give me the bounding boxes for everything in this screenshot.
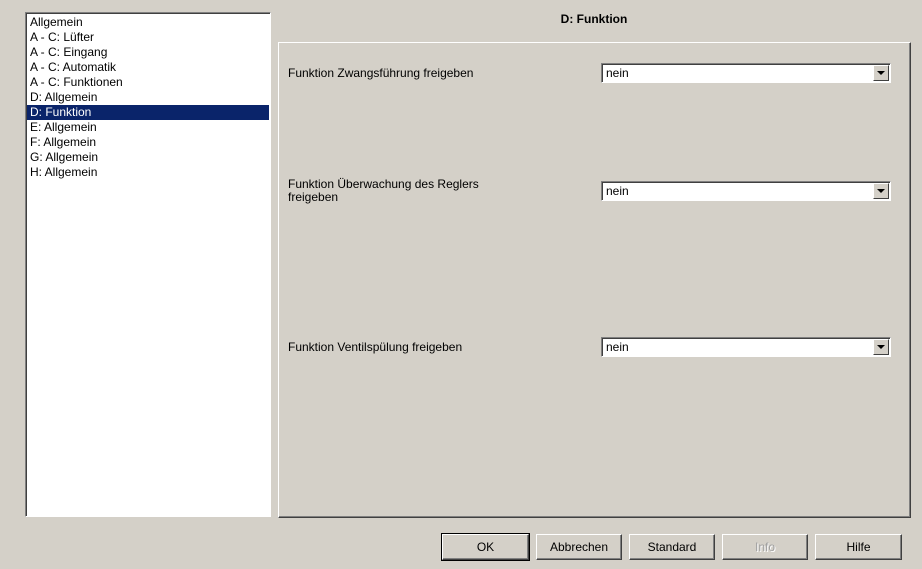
nav-item-d-allgemein[interactable]: D: Allgemein [27, 90, 269, 105]
help-button[interactable]: Hilfe [815, 534, 902, 560]
nav-item-e-allgemein[interactable]: E: Allgemein [27, 120, 269, 135]
cancel-button[interactable]: Abbrechen [536, 534, 622, 560]
chevron-down-icon [877, 189, 885, 193]
param-label-ueberwachung: Funktion Überwachung des Reglers freigeb… [288, 178, 588, 204]
ventilspuelung-select-value: nein [606, 340, 629, 354]
nav-item-allgemein[interactable]: Allgemein [27, 15, 269, 30]
ventilspuelung-select[interactable]: nein [601, 337, 891, 357]
standard-button[interactable]: Standard [629, 534, 715, 560]
dropdown-button[interactable] [873, 183, 889, 199]
dropdown-button[interactable] [873, 65, 889, 81]
param-label-ventilspuelung: Funktion Ventilspülung freigeben [288, 340, 463, 354]
nav-item-h-allgemein[interactable]: H: Allgemein [27, 165, 269, 180]
param-label-ueberwachung-line2: freigeben [288, 190, 339, 204]
chevron-down-icon [877, 71, 885, 75]
nav-item-ac-automatik[interactable]: A - C: Automatik [27, 60, 269, 75]
parameter-tree-list[interactable]: Allgemein A - C: Lüfter A - C: Eingang A… [25, 12, 271, 517]
info-button[interactable]: Info [722, 534, 808, 560]
parameter-panel [278, 42, 911, 518]
zwangsfuehrung-select-value: nein [606, 66, 629, 80]
nav-item-ac-luefter[interactable]: A - C: Lüfter [27, 30, 269, 45]
dropdown-button[interactable] [873, 339, 889, 355]
page-title: D: Funktion [560, 12, 628, 26]
nav-item-ac-funktionen[interactable]: A - C: Funktionen [27, 75, 269, 90]
nav-item-d-funktion[interactable]: D: Funktion [27, 105, 269, 120]
nav-item-ac-eingang[interactable]: A - C: Eingang [27, 45, 269, 60]
chevron-down-icon [877, 345, 885, 349]
nav-item-g-allgemein[interactable]: G: Allgemein [27, 150, 269, 165]
zwangsfuehrung-select[interactable]: nein [601, 63, 891, 83]
param-label-zwangsfuehrung: Funktion Zwangsführung freigeben [288, 66, 474, 80]
nav-item-f-allgemein[interactable]: F: Allgemein [27, 135, 269, 150]
ueberwachung-select-value: nein [606, 184, 629, 198]
ok-button[interactable]: OK [441, 533, 530, 561]
ueberwachung-select[interactable]: nein [601, 181, 891, 201]
